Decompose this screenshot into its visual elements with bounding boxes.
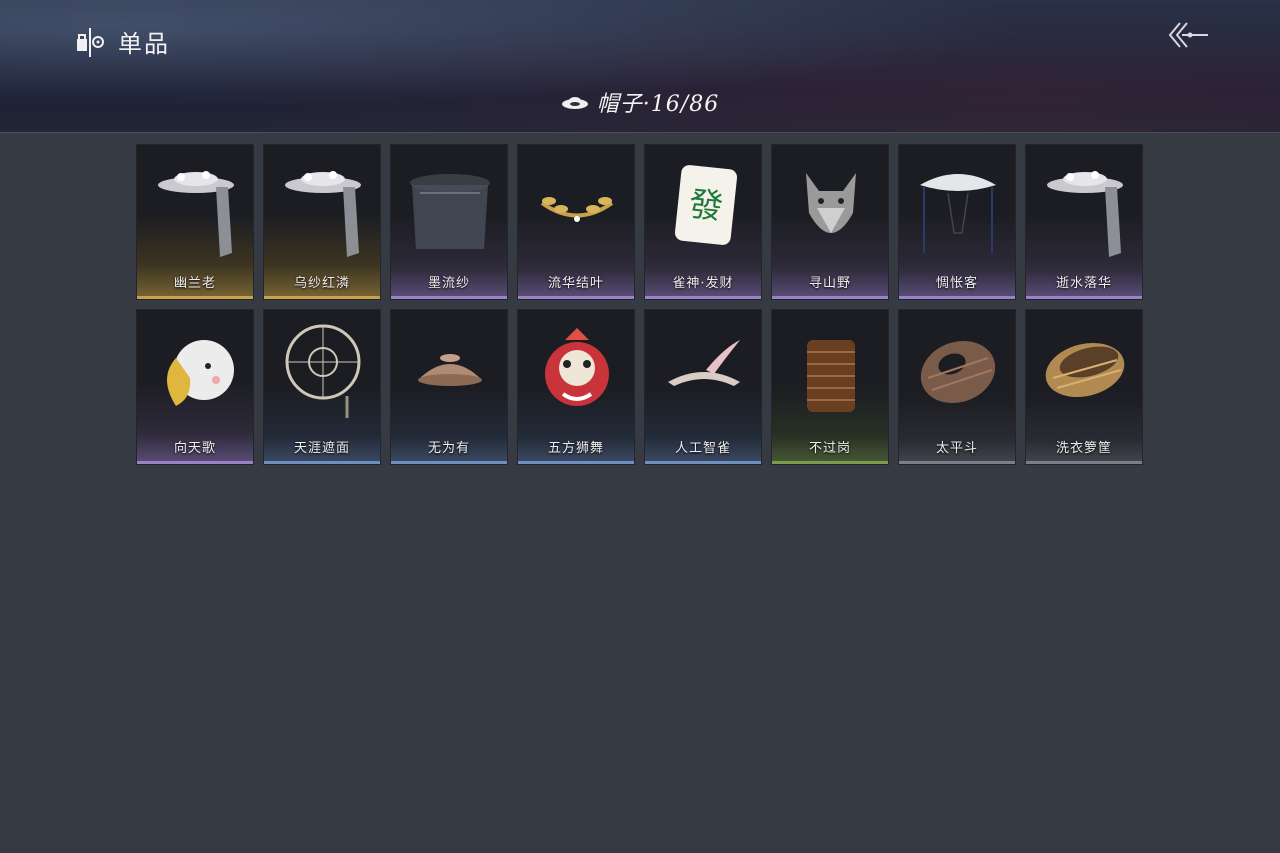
header-banner: 单品 帽子·16/86 <box>0 0 1280 133</box>
lion-dance-head-icon <box>545 328 609 406</box>
wicker-frame-hat-icon <box>285 324 361 418</box>
item-name: 寻山野 <box>808 276 851 291</box>
wardrobe-icon <box>77 27 104 57</box>
category-count: 帽子·16/86 <box>596 92 720 117</box>
item-card[interactable]: 天涯遮面 <box>263 309 381 465</box>
item-name: 乌纱红潾 <box>293 276 350 291</box>
item-card[interactable]: 不过岗 <box>771 309 889 465</box>
goose-hood-icon <box>167 340 234 406</box>
item-name: 幽兰老 <box>173 276 216 291</box>
item-name: 雀神·发财 <box>672 276 734 291</box>
item-grid: 幽兰老 乌纱红潾 墨流纱 流华结叶發雀神·发财 寻山野 惆怅客 逝水落华 向天歌 天涯遮面 无为有… <box>136 144 1143 465</box>
white-bamboo-hat-icon <box>920 174 996 253</box>
item-name: 洗衣箩筐 <box>1055 441 1112 456</box>
veil-hat-icon <box>1047 171 1123 257</box>
wolf-head-icon <box>806 173 856 233</box>
item-card[interactable]: 乌纱红潾 <box>263 144 381 300</box>
svg-text:發: 發 <box>687 184 725 227</box>
clay-bowl-hat-icon <box>418 354 482 386</box>
item-name: 无为有 <box>427 441 470 456</box>
black-veil-hat-icon <box>410 174 490 249</box>
category-heading: 帽子·16/86 <box>0 86 1280 118</box>
veil-hat-icon <box>158 171 234 257</box>
item-name: 天涯遮面 <box>293 441 350 456</box>
item-name: 太平斗 <box>935 441 978 456</box>
item-card[interactable]: 五方狮舞 <box>517 309 635 465</box>
stacked-bowls-icon <box>807 340 855 412</box>
item-card[interactable]: 洗衣箩筐 <box>1025 309 1143 465</box>
item-name: 向天歌 <box>173 441 216 456</box>
item-name: 惆怅客 <box>935 276 978 291</box>
back-arrow-icon[interactable] <box>1166 18 1210 52</box>
bird-hat-icon <box>668 340 740 386</box>
mahjong-tile-icon: 發 <box>674 165 738 245</box>
item-name: 流华结叶 <box>547 276 604 291</box>
laurel-crown-icon <box>540 197 614 222</box>
title-group: 单品 <box>74 24 170 59</box>
item-card[interactable]: 人工智雀 <box>644 309 762 465</box>
veil-hat-icon <box>285 171 361 257</box>
item-card[interactable]: 流华结叶 <box>517 144 635 300</box>
item-card[interactable]: 寻山野 <box>771 144 889 300</box>
item-card[interactable]: 幽兰老 <box>136 144 254 300</box>
item-name: 五方狮舞 <box>547 441 604 456</box>
item-name: 墨流纱 <box>427 276 470 291</box>
item-card[interactable]: 墨流纱 <box>390 144 508 300</box>
hat-icon <box>561 97 588 109</box>
item-card[interactable]: 逝水落华 <box>1025 144 1143 300</box>
item-card[interactable]: 向天歌 <box>136 309 254 465</box>
item-card[interactable]: 太平斗 <box>898 309 1016 465</box>
laundry-basket-icon <box>1045 342 1125 398</box>
woven-basket-hat-icon <box>920 340 996 404</box>
item-card[interactable]: 惆怅客 <box>898 144 1016 300</box>
item-card[interactable]: 發雀神·发财 <box>644 144 762 300</box>
item-name: 不过岗 <box>808 441 851 456</box>
item-card[interactable]: 无为有 <box>390 309 508 465</box>
item-name: 逝水落华 <box>1055 276 1112 291</box>
item-name: 人工智雀 <box>674 441 731 456</box>
page-title: 单品 <box>118 30 170 58</box>
